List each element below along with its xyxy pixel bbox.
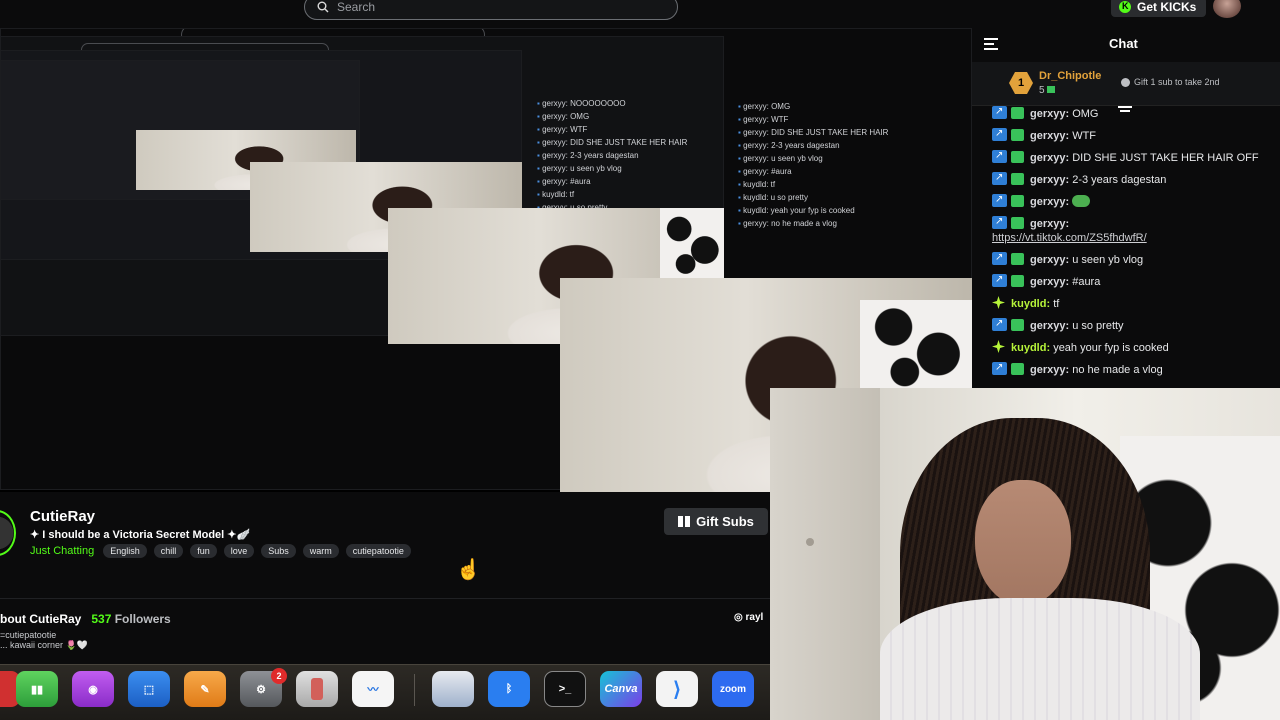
chat-message: kuydld: yeah your fyp is cooked (992, 340, 1268, 355)
settings-badge: 2 (271, 668, 287, 684)
tag-english[interactable]: English (103, 544, 147, 558)
streamer-face (975, 480, 1071, 606)
gift-coin-icon (1121, 77, 1130, 87)
streamer-name[interactable]: CutieRay (30, 508, 95, 525)
chat-messages: gerxyy: OMG gerxyy: WTF gerxyy: DID SHE … (992, 105, 1268, 384)
numbers-app-icon[interactable]: ▮▮ (16, 671, 58, 707)
star-badge-icon (992, 340, 1005, 353)
gifter-badge-icon (1011, 319, 1024, 331)
vscode-app-icon[interactable]: ⟩ (656, 671, 698, 707)
chat-message: gerxyy: WTF (992, 127, 1268, 143)
chat-title: Chat (1109, 36, 1138, 51)
search-input[interactable] (337, 0, 637, 14)
sub-badge-icon (992, 171, 1007, 185)
gifter-badge-icon (1011, 129, 1024, 141)
preview-app-icon[interactable] (432, 671, 474, 707)
chat-message: gerxyy: (992, 193, 1268, 209)
iphone-mirroring-icon[interactable] (296, 671, 338, 707)
tag-chill[interactable]: chill (153, 544, 184, 558)
chat-message: gerxyy: OMG (992, 105, 1268, 121)
bluetooth-icon[interactable]: ᛒ (488, 671, 530, 707)
top-gifter-name[interactable]: Dr_Chipotle (1039, 70, 1101, 82)
chat-message: kuydld: tf (992, 296, 1268, 311)
about-heading: bout CutieRay (0, 612, 82, 626)
gifter-badge-icon (1011, 275, 1024, 287)
gift-subs-label: Gift Subs (696, 514, 754, 529)
pinned-message: Gift 1 sub to take 2nd (1121, 77, 1220, 87)
chat-message: gerxyy:https://vt.tiktok.com/ZS5fhdwfR/ (992, 215, 1268, 245)
mirror-chat: gerxyy: NOOOOOOOOgerxyy: OMGgerxyy: WTFg… (537, 97, 687, 214)
tag-subs[interactable]: Subs (261, 544, 296, 558)
bio-line-2: ... kawaii corner 🌷🤍 (0, 640, 88, 650)
hand-cursor-icon: ☝ (456, 559, 481, 581)
stream-title: ✦ I should be a Victoria Secret Model ✦🪽 (30, 529, 251, 541)
podcasts-app-icon[interactable]: ◉ (72, 671, 114, 707)
tag-love[interactable]: love (223, 544, 255, 558)
gifter-badge-icon (1011, 107, 1024, 119)
canva-app-icon[interactable]: Canva (600, 671, 642, 707)
webcam-feed (770, 388, 1280, 720)
search-icon (317, 1, 329, 13)
terminal-app-icon[interactable]: >_ (544, 671, 586, 707)
emote-icon (1072, 195, 1091, 207)
star-badge-icon (992, 296, 1005, 309)
chat-message: gerxyy: DID SHE JUST TAKE HER HAIR OFF (992, 149, 1268, 165)
dock-separator (414, 674, 415, 706)
pages-app-icon[interactable]: ✎ (184, 671, 226, 707)
cow-pillow-mirror (860, 300, 972, 390)
sub-badge-icon (992, 105, 1007, 119)
about-bio: =cutiepatootie ... kawaii corner 🌷🤍 (0, 630, 88, 650)
followers-label: Followers (114, 612, 171, 626)
chat-message: gerxyy: no he made a vlog (992, 361, 1268, 377)
bio-line-1: =cutiepatootie (0, 630, 57, 640)
gifter-badge-icon (1011, 173, 1024, 185)
sub-badge-icon (992, 361, 1007, 375)
gifter-badge-icon (1011, 151, 1024, 163)
sub-badge-icon (992, 149, 1007, 163)
keynote-app-icon[interactable]: ⬚ (128, 671, 170, 707)
tag-cutiepatootie[interactable]: cutiepatootie (345, 544, 411, 558)
stream-tags: Just Chatting English chill fun love Sub… (30, 544, 411, 558)
gift-icon (678, 516, 691, 527)
divider (0, 598, 770, 599)
get-kicks-label: Get KICKs (1137, 0, 1197, 14)
sub-badge-icon (992, 273, 1007, 287)
chat-message: gerxyy: 2-3 years dagestan (992, 171, 1268, 187)
cow-pillow-mirror (660, 208, 724, 278)
tag-fun[interactable]: fun (190, 544, 217, 558)
zoom-app-icon[interactable]: zoom (712, 671, 754, 707)
category-link[interactable]: Just Chatting (30, 545, 94, 557)
sub-badge-icon (992, 317, 1007, 331)
instagram-link[interactable]: ◎ rayl (734, 612, 763, 623)
followers-count: 537 Followers (91, 612, 171, 626)
door (770, 388, 880, 720)
search-bar[interactable] (304, 0, 678, 20)
get-kicks-button[interactable]: Get KICKs (1111, 0, 1207, 17)
chat-message: gerxyy: u so pretty (992, 317, 1268, 333)
chat-message: gerxyy: #aura (992, 273, 1268, 289)
gifter-badge-icon (1011, 363, 1024, 375)
gift-subs-button[interactable]: Gift Subs (664, 508, 768, 535)
kick-coin-icon (1119, 1, 1131, 13)
freeform-app-icon[interactable]: 〰 (352, 671, 394, 707)
tag-warm[interactable]: warm (302, 544, 339, 558)
sub-badge-icon (992, 127, 1007, 141)
gifter-badge-icon (1011, 253, 1024, 265)
top-gifter-count: 5 (1039, 85, 1056, 96)
sub-badge-icon (992, 215, 1007, 229)
gifter-badge-icon (1011, 217, 1024, 229)
about-section: bout CutieRay 537 Followers (0, 612, 171, 626)
chat-link[interactable]: https://vt.tiktok.com/ZS5fhdwfR/ (992, 232, 1147, 244)
chat-message: gerxyy: u seen yb vlog (992, 251, 1268, 267)
sub-badge-icon (992, 193, 1007, 207)
gifter-badge-icon (1011, 195, 1024, 207)
sub-badge-icon (992, 251, 1007, 265)
mirror-chat-2: gerxyy: OMGgerxyy: WTFgerxyy: DID SHE JU… (738, 100, 888, 230)
collapse-chat-icon[interactable] (984, 38, 998, 50)
streamer-shirt (880, 598, 1200, 720)
